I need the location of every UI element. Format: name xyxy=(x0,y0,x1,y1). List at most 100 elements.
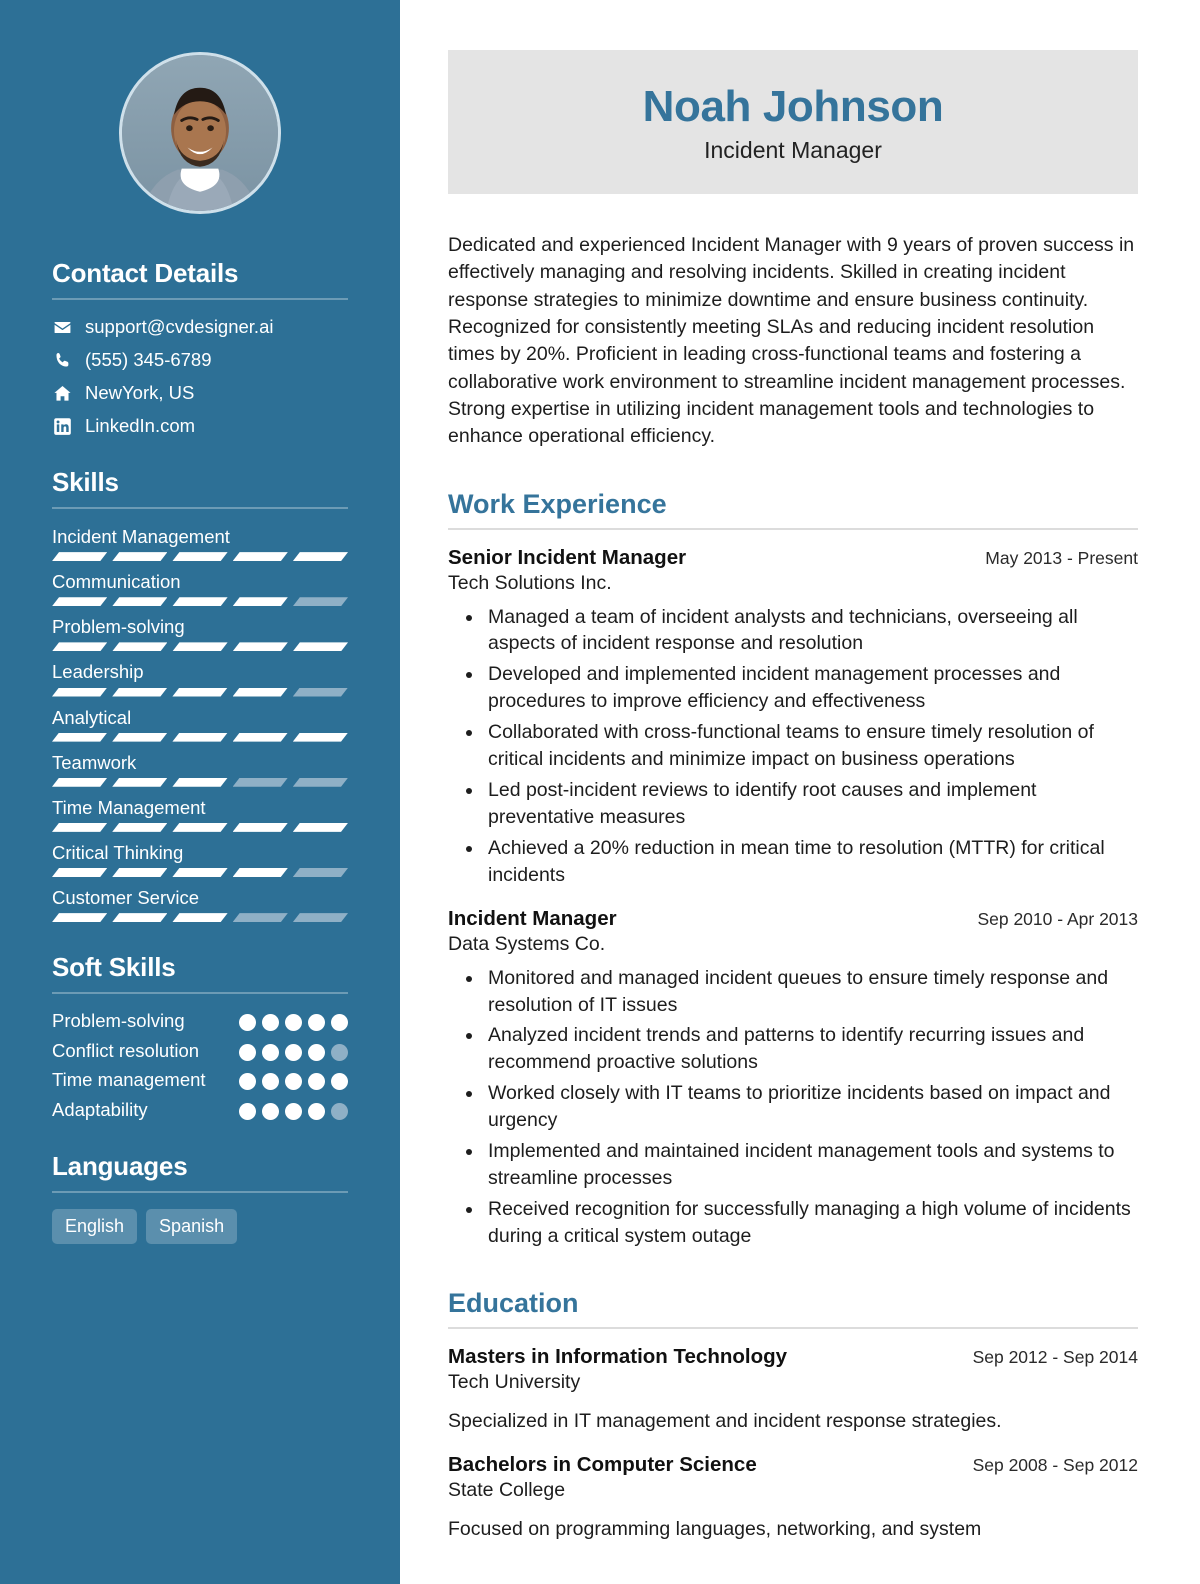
rating-dot xyxy=(262,1014,279,1032)
skill-bar-segment xyxy=(233,733,288,742)
skill-bar-segment xyxy=(52,552,107,561)
work-experience-entry: Senior Incident Manager May 2013 - Presen… xyxy=(448,546,1138,889)
section-divider xyxy=(448,527,1138,530)
skill-bar-segment xyxy=(112,688,167,697)
rating-dot xyxy=(331,1073,348,1091)
rating-dot xyxy=(308,1102,325,1120)
skill-item: Incident Management xyxy=(52,525,348,561)
skill-level-bar xyxy=(52,868,348,877)
soft-skills-heading: Soft Skills xyxy=(52,952,176,983)
rating-dot xyxy=(239,1073,256,1091)
soft-skill-item: Problem-solving xyxy=(52,1010,348,1033)
rating-dot xyxy=(262,1102,279,1120)
skill-level-bar xyxy=(52,642,348,651)
language-chip: English xyxy=(52,1209,138,1245)
rating-dot xyxy=(285,1043,302,1061)
skill-bar-segment xyxy=(233,913,288,922)
skill-bar-segment xyxy=(172,778,227,787)
contact-item-location[interactable]: NewYork, US xyxy=(52,382,348,404)
contact-item-linkedin[interactable]: LinkedIn.com xyxy=(52,415,348,437)
rating-dot xyxy=(308,1014,325,1032)
contact-value-phone: (555) 345-6789 xyxy=(85,349,212,370)
skills-section: Skills Incident Management Communication P… xyxy=(52,467,348,922)
rating-dot xyxy=(285,1014,302,1032)
education-description: Focused on programming languages, networ… xyxy=(448,1517,982,1540)
skill-item: Critical Thinking xyxy=(52,841,348,877)
skill-bar-segment xyxy=(293,823,348,832)
work-experience-entry: Incident Manager Sep 2010 - Apr 2013 Data … xyxy=(448,907,1138,1250)
responsibility-item: Implemented and maintained incident mana… xyxy=(484,1138,1138,1192)
skill-bar-segment xyxy=(172,642,227,651)
skill-bar-segment xyxy=(293,913,348,922)
entry-header: Masters in Information Technology Sep 201… xyxy=(448,1345,1138,1369)
contact-item-phone[interactable]: (555) 345-6789 xyxy=(52,349,348,371)
education-entry: Bachelors in Computer Science Sep 2008 - … xyxy=(448,1453,1138,1543)
responsibility-list: Monitored and managed incident queues to… xyxy=(448,965,1138,1250)
name-header-band: Noah Johnson Incident Manager xyxy=(448,50,1138,195)
employer-name: Tech Solutions Inc. xyxy=(448,571,612,594)
skill-bar-segment xyxy=(293,778,348,787)
languages-heading: Languages xyxy=(52,1151,188,1182)
rating-dot xyxy=(239,1043,256,1061)
skill-bar-segment xyxy=(172,913,227,922)
study-date-range: Sep 2008 - Sep 2012 xyxy=(972,1454,1138,1475)
section-divider xyxy=(52,1191,348,1194)
section-divider xyxy=(52,992,348,995)
skill-label: Leadership xyxy=(52,661,144,683)
rating-dot xyxy=(308,1043,325,1061)
skill-label: Communication xyxy=(52,571,181,593)
skill-bar-segment xyxy=(172,552,227,561)
skill-bar-segment xyxy=(233,688,288,697)
home-icon xyxy=(52,383,72,403)
skill-bar-segment xyxy=(52,913,107,922)
rating-dot xyxy=(285,1073,302,1091)
skill-level-bar xyxy=(52,552,348,561)
job-position-title: Senior Incident Manager xyxy=(448,545,687,569)
skill-item: Communication xyxy=(52,570,348,606)
skill-level-bar xyxy=(52,823,348,832)
skill-bar-segment xyxy=(172,823,227,832)
rating-dot xyxy=(262,1043,279,1061)
skill-bar-segment xyxy=(112,733,167,742)
education-list: Masters in Information Technology Sep 201… xyxy=(448,1345,1138,1544)
avatar-photo xyxy=(122,55,278,211)
skill-bar-segment xyxy=(52,688,107,697)
responsibility-item: Achieved a 20% reduction in mean time to… xyxy=(484,835,1138,889)
skill-item: Analytical xyxy=(52,706,348,742)
skill-label: Critical Thinking xyxy=(52,841,184,863)
skill-bar-segment xyxy=(233,552,288,561)
skill-bar-segment xyxy=(52,733,107,742)
skill-bar-segment xyxy=(112,823,167,832)
skill-bar-segment xyxy=(112,642,167,651)
responsibility-item: Worked closely with IT teams to prioriti… xyxy=(484,1080,1138,1134)
rating-dot xyxy=(331,1043,348,1061)
skill-bar-segment xyxy=(293,552,348,561)
skill-bar-segment xyxy=(293,733,348,742)
soft-skills-section: Soft Skills Problem-solving Conflict reso… xyxy=(52,952,348,1121)
job-position-title: Incident Manager xyxy=(448,906,617,930)
avatar-container xyxy=(52,52,348,214)
employer-name: Data Systems Co. xyxy=(448,932,606,955)
rating-dot xyxy=(331,1014,348,1032)
skill-bar-segment xyxy=(293,597,348,606)
education-description: Specialized in IT management and inciden… xyxy=(448,1409,1002,1432)
work-experience-section: Work Experience Senior Incident Manager M… xyxy=(448,489,1138,1250)
education-section: Education Masters in Information Technol… xyxy=(448,1288,1138,1544)
skill-bar-segment xyxy=(293,642,348,651)
soft-skill-label: Time management xyxy=(52,1069,206,1091)
employment-date-range: Sep 2010 - Apr 2013 xyxy=(977,908,1138,929)
contact-item-email[interactable]: support@cvdesigner.ai xyxy=(52,316,348,338)
institution-name: State College xyxy=(448,1478,566,1501)
skill-bar-segment xyxy=(172,733,227,742)
skill-label: Customer Service xyxy=(52,887,200,908)
responsibility-item: Developed and implemented incident manag… xyxy=(484,661,1138,715)
skill-label: Time Management xyxy=(52,796,206,818)
skill-level-bar xyxy=(52,778,348,787)
responsibility-item: Led post-incident reviews to identify ro… xyxy=(484,777,1138,831)
job-title: Incident Manager xyxy=(704,137,882,164)
responsibility-item: Managed a team of incident analysts and … xyxy=(484,604,1138,658)
responsibility-item: Analyzed incident trends and patterns to… xyxy=(484,1022,1138,1076)
skill-level-bar xyxy=(52,688,348,697)
work-experience-heading: Work Experience xyxy=(448,488,667,519)
skill-bar-segment xyxy=(112,778,167,787)
